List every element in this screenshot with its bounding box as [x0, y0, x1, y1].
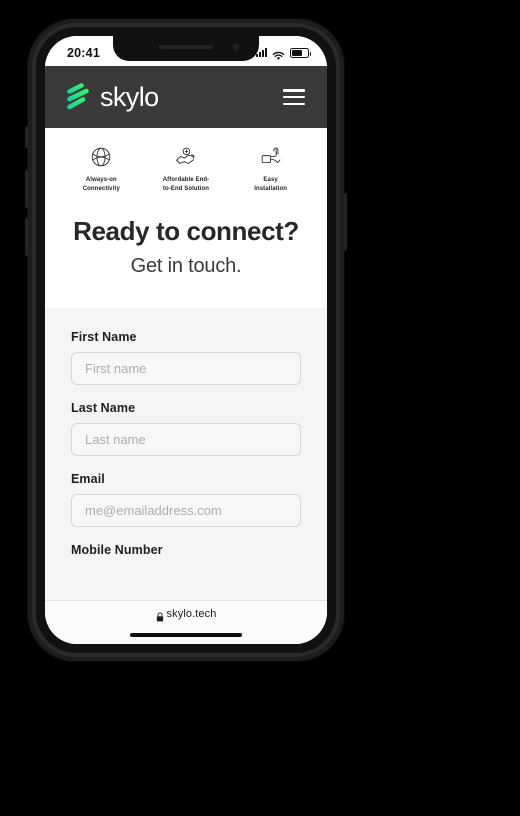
home-indicator[interactable] — [130, 633, 242, 637]
phone-notch — [113, 36, 259, 61]
url-display[interactable]: skylo.tech — [156, 608, 217, 622]
hamburger-bar — [283, 95, 305, 99]
hamburger-bar — [283, 89, 305, 92]
url-text: skylo.tech — [166, 608, 217, 620]
phone-device: 20:41 skylo Always-on Connectivity Affor… — [25, 18, 347, 662]
field-last-name: Last Name — [71, 401, 301, 456]
earpiece-speaker — [159, 45, 213, 49]
email-input[interactable] — [71, 494, 301, 527]
mobile-number-label: Mobile Number — [71, 543, 163, 557]
feature-label: Affordable End- to-End Solution — [162, 177, 210, 192]
feature-item-always-on-connectivity: Always-on Connectivity — [59, 144, 143, 194]
first-name-label: First Name — [71, 330, 137, 344]
browser-bottom-bar: skylo.tech — [45, 600, 327, 644]
screenshot-canvas: 20:41 skylo Always-on Connectivity Affor… — [0, 0, 520, 816]
contact-form: First Name Last Name Email Mobile Number — [45, 308, 327, 640]
feature-item-easy-installation: Easy Installation — [229, 144, 313, 194]
first-name-input[interactable] — [71, 352, 301, 385]
hero-section: Ready to connect? Get in touch. — [45, 202, 327, 308]
brand-logo[interactable]: skylo — [65, 82, 159, 112]
mute-switch-button[interactable] — [25, 126, 28, 148]
site-header: skylo — [45, 66, 327, 128]
field-mobile-number: Mobile Number — [71, 543, 301, 557]
brand-name: skylo — [100, 81, 159, 112]
hamburger-bar — [283, 102, 305, 105]
volume-down-button[interactable] — [25, 218, 28, 256]
volume-up-button[interactable] — [25, 170, 28, 208]
status-time: 20:41 — [67, 45, 100, 60]
front-camera-icon — [232, 43, 240, 51]
handshake-money-icon — [173, 144, 199, 170]
globe-connectivity-icon — [88, 144, 114, 170]
skylo-logo-icon — [65, 82, 91, 112]
page-title: Ready to connect? — [73, 216, 299, 246]
wifi-icon — [272, 48, 285, 60]
phone-screen: 20:41 skylo Always-on Connectivity Affor… — [45, 36, 327, 644]
field-email: Email — [71, 472, 301, 527]
page-subtitle: Get in touch. — [130, 255, 242, 277]
feature-row: Always-on Connectivity Affordable End- t… — [45, 128, 327, 202]
hamburger-menu-icon[interactable] — [283, 89, 305, 105]
feature-label: Easy Installation — [254, 177, 288, 192]
power-button[interactable] — [344, 193, 347, 251]
lock-icon — [156, 609, 164, 622]
feature-label: Always-on Connectivity — [82, 177, 120, 192]
hand-install-icon — [258, 144, 284, 170]
last-name-label: Last Name — [71, 401, 136, 415]
battery-level-fill — [292, 49, 302, 56]
email-label: Email — [71, 472, 105, 486]
battery-icon — [290, 47, 311, 58]
status-icons — [256, 45, 311, 60]
feature-item-affordable-solution: Affordable End- to-End Solution — [144, 144, 228, 194]
field-first-name: First Name — [71, 330, 301, 385]
last-name-input[interactable] — [71, 423, 301, 456]
